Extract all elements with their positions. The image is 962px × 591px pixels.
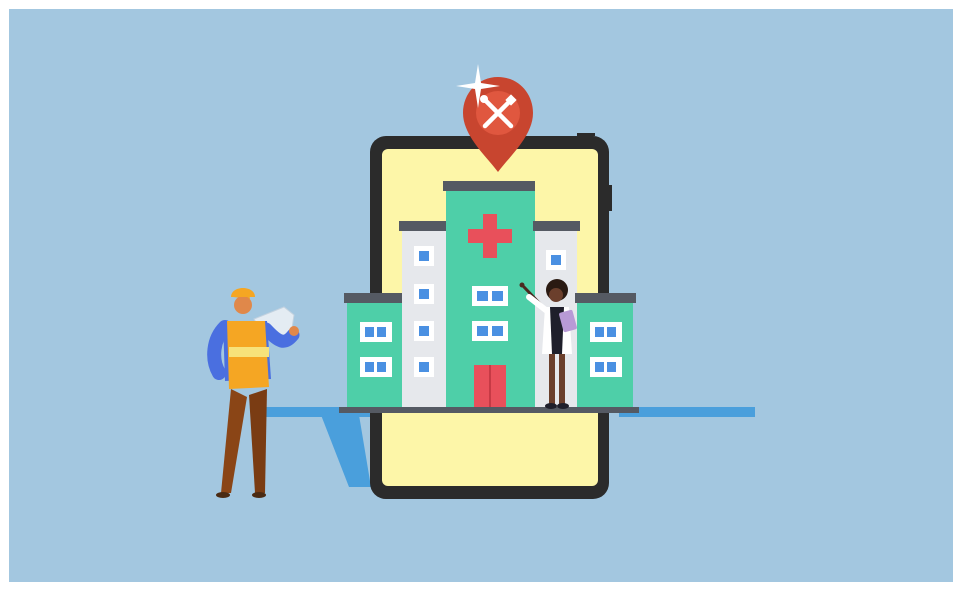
tablet-button <box>609 185 612 211</box>
hospital-maintenance-illustration <box>9 9 953 582</box>
right-wing <box>577 303 633 409</box>
building-base <box>339 407 639 413</box>
left-tower-roof <box>399 221 446 231</box>
left-wing-roof <box>344 293 405 303</box>
illustration-frame <box>9 9 953 582</box>
right-wing-roof <box>575 293 636 303</box>
left-wing <box>347 303 405 409</box>
tablet-top-button <box>577 133 595 136</box>
central-tower-roof <box>443 181 535 191</box>
right-tower-roof <box>533 221 580 231</box>
ground-line-right <box>619 407 755 417</box>
